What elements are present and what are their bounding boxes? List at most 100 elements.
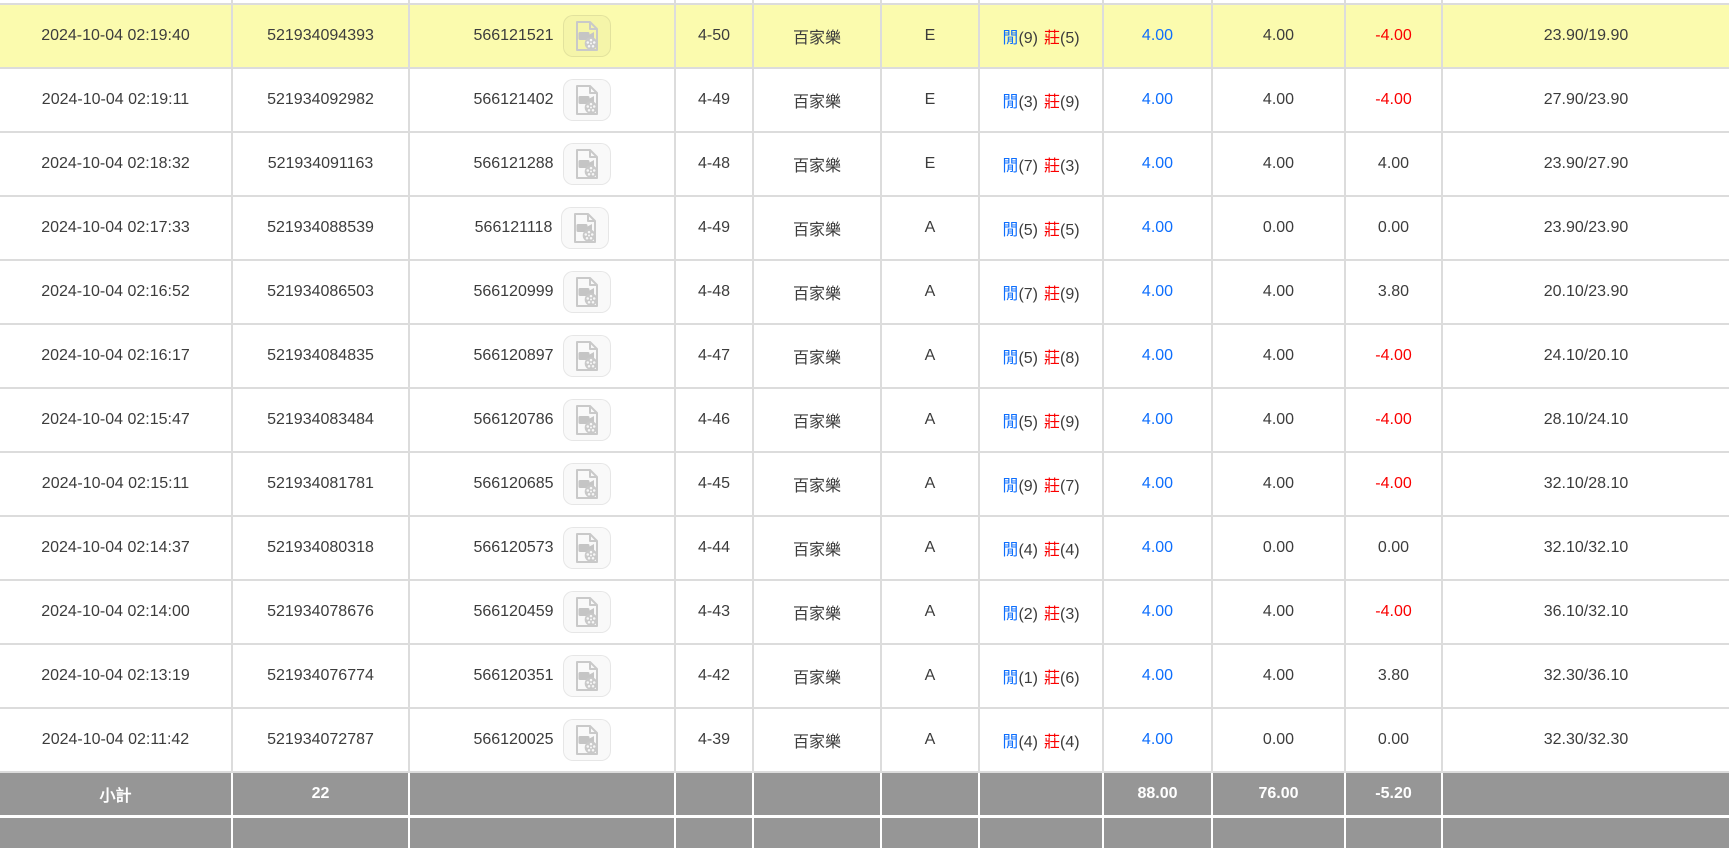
player-score: (5): [1018, 222, 1038, 239]
balance: 23.90/23.90: [1443, 197, 1729, 261]
video-replay-button[interactable]: [562, 271, 611, 313]
subtotal-label: 小計: [0, 773, 233, 818]
banker-score: (3): [1060, 158, 1080, 175]
win-loss: -4.00: [1346, 453, 1443, 517]
win-loss: 3.80: [1346, 645, 1443, 709]
game-type: 百家樂: [754, 517, 882, 581]
round-id: 566120351: [473, 667, 554, 684]
player-label: 閒: [1002, 222, 1019, 239]
bet-row: 2024-10-04 02:18:32 521934091163 5661212…: [0, 133, 1729, 197]
video-replay-button[interactable]: [562, 527, 611, 569]
video-replay-button[interactable]: [562, 399, 611, 441]
table-letter: A: [882, 389, 980, 453]
bet-time: 2024-10-04 02:18:32: [0, 133, 233, 197]
bet-id: 521934081781: [233, 453, 410, 517]
bet-row: 2024-10-04 02:19:11 521934092982 5661214…: [0, 69, 1729, 133]
video-replay-button[interactable]: [562, 655, 611, 697]
game-type: 百家樂: [754, 261, 882, 325]
result-cell: 閒(5) 莊(8): [980, 325, 1104, 389]
result-cell: 閒(9) 莊(5): [980, 5, 1104, 69]
bet-id: 521934078676: [233, 581, 410, 645]
video-replay-button[interactable]: [562, 719, 611, 761]
shoe-round: 4-45: [676, 453, 754, 517]
shoe-round: 4-46: [676, 389, 754, 453]
round-id-cell: 566120999: [410, 261, 676, 325]
video-replay-button[interactable]: [562, 463, 611, 505]
balance: 23.90/27.90: [1443, 133, 1729, 197]
result-cell: 閒(5) 莊(5): [980, 197, 1104, 261]
player-label: 閒: [1002, 414, 1019, 431]
win-loss: 4.00: [1346, 133, 1443, 197]
video-replay-button[interactable]: [561, 207, 610, 249]
video-replay-button[interactable]: [562, 15, 611, 57]
banker-score: (5): [1060, 222, 1080, 239]
bet-row: 2024-10-04 02:17:33 521934088539 5661211…: [0, 197, 1729, 261]
player-score: (2): [1018, 606, 1038, 623]
bet-id: 521934084835: [233, 325, 410, 389]
game-type: 百家樂: [754, 581, 882, 645]
player-label: 閒: [1002, 286, 1019, 303]
bet-amount: 4.00: [1104, 581, 1213, 645]
result-cell: 閒(7) 莊(9): [980, 261, 1104, 325]
game-type: 百家樂: [754, 5, 882, 69]
video-replay-button[interactable]: [562, 143, 611, 185]
video-replay-icon: [574, 213, 597, 243]
player-label: 閒: [1002, 542, 1019, 559]
video-replay-icon: [575, 85, 598, 115]
banker-label: 莊: [1044, 478, 1061, 495]
win-loss: -4.00: [1346, 581, 1443, 645]
bet-id: 521934094393: [233, 5, 410, 69]
video-replay-button[interactable]: [562, 79, 611, 121]
player-label: 閒: [1002, 478, 1019, 495]
banker-label: 莊: [1044, 222, 1061, 239]
table-letter: E: [882, 133, 980, 197]
subtotal-bet-amount: 88.00: [1104, 773, 1213, 818]
bet-history-table: 2024-10-04 02:19:40 521934094393 5661215…: [0, 0, 1729, 848]
bet-amount: 4.00: [1104, 389, 1213, 453]
subtotal-win-loss: -5.20: [1346, 773, 1443, 818]
video-replay-icon: [575, 725, 598, 755]
player-label: 閒: [1002, 94, 1019, 111]
banker-score: (6): [1060, 670, 1080, 687]
balance: 32.30/36.10: [1443, 645, 1729, 709]
valid-amount: 4.00: [1213, 581, 1346, 645]
bet-amount: 4.00: [1104, 261, 1213, 325]
valid-amount: 4.00: [1213, 453, 1346, 517]
win-loss: 0.00: [1346, 197, 1443, 261]
valid-amount: 4.00: [1213, 389, 1346, 453]
player-score: (9): [1018, 30, 1038, 47]
bet-amount: 4.00: [1104, 709, 1213, 773]
video-replay-icon: [575, 533, 598, 563]
video-replay-button[interactable]: [562, 591, 611, 633]
round-id: 566120897: [473, 347, 554, 364]
round-id-cell: 566121521: [410, 5, 676, 69]
banker-label: 莊: [1044, 670, 1061, 687]
table-letter: A: [882, 325, 980, 389]
bet-row: 2024-10-04 02:13:19 521934076774 5661203…: [0, 645, 1729, 709]
player-score: (5): [1018, 414, 1038, 431]
bet-time: 2024-10-04 02:16:52: [0, 261, 233, 325]
player-score: (7): [1018, 158, 1038, 175]
valid-amount: 4.00: [1213, 5, 1346, 69]
round-id: 566121118: [474, 219, 553, 236]
bet-time: 2024-10-04 02:14:37: [0, 517, 233, 581]
result-cell: 閒(7) 莊(3): [980, 133, 1104, 197]
bet-history-viewport: 2024-10-04 02:19:40 521934094393 5661215…: [0, 0, 1729, 863]
game-type: 百家樂: [754, 69, 882, 133]
bet-id: 521934083484: [233, 389, 410, 453]
result-cell: 閒(4) 莊(4): [980, 709, 1104, 773]
shoe-round: 4-42: [676, 645, 754, 709]
valid-amount: 4.00: [1213, 645, 1346, 709]
game-type: 百家樂: [754, 197, 882, 261]
player-score: (9): [1018, 478, 1038, 495]
round-id: 566121402: [473, 91, 554, 108]
round-id-cell: 566120459: [410, 581, 676, 645]
subtotal-count: 22: [233, 773, 410, 818]
video-replay-button[interactable]: [562, 335, 611, 377]
game-type: 百家樂: [754, 133, 882, 197]
bet-id: 521934072787: [233, 709, 410, 773]
win-loss: -4.00: [1346, 5, 1443, 69]
banker-label: 莊: [1044, 286, 1061, 303]
bet-time: 2024-10-04 02:17:33: [0, 197, 233, 261]
video-replay-icon: [575, 277, 598, 307]
